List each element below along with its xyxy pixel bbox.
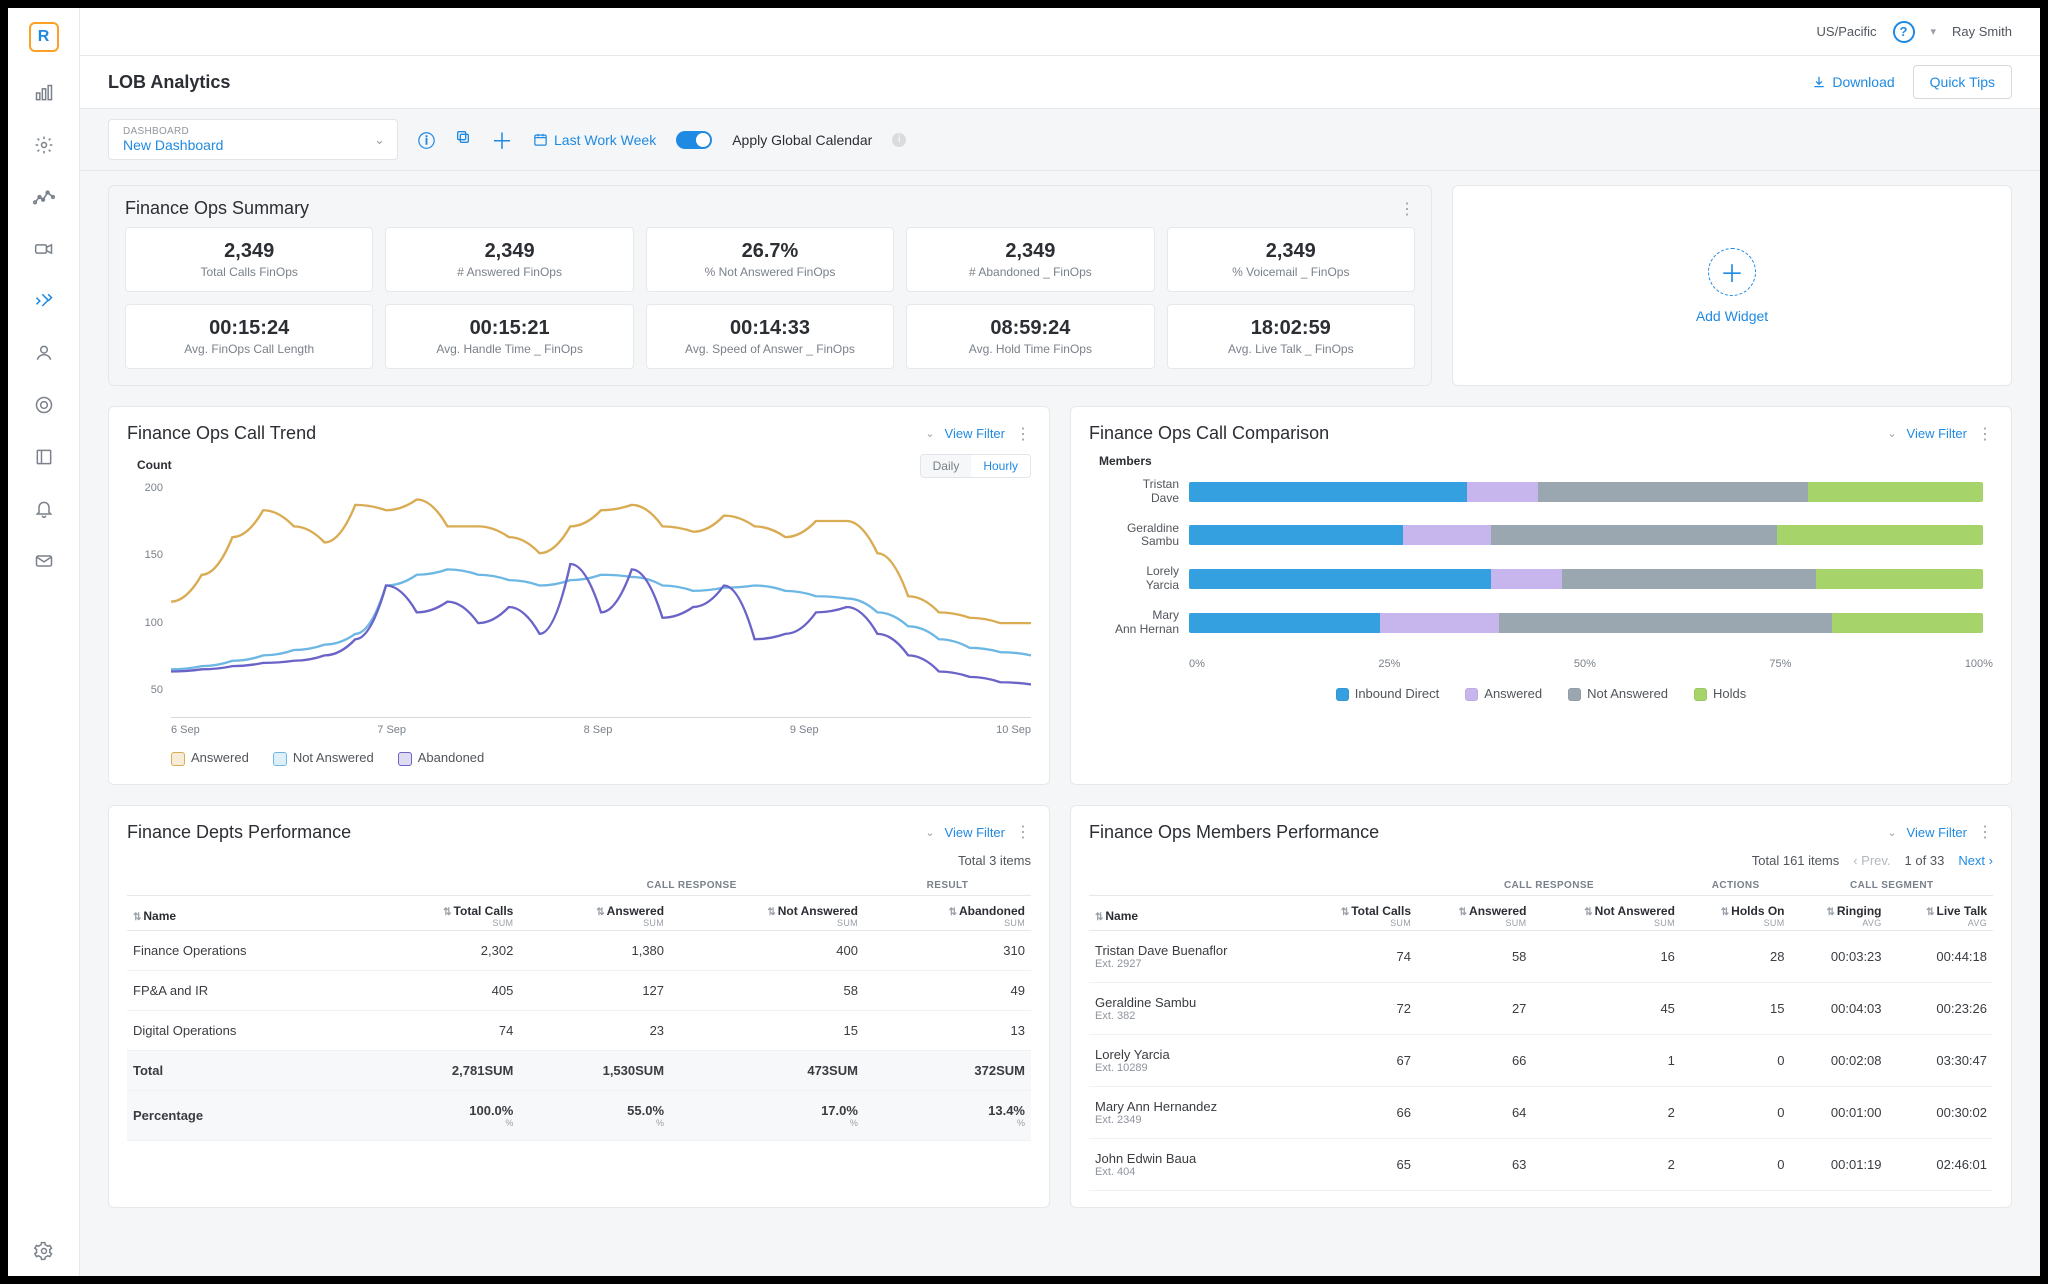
kpi-tile: 2,349# Answered FinOps: [385, 227, 633, 292]
titlebar: LOB Analytics Download Quick Tips: [80, 56, 2040, 108]
depts-card: Finance Depts Performance ⌄ View Filter …: [108, 805, 1050, 1208]
nav-book-icon[interactable]: [33, 446, 55, 468]
date-range-link[interactable]: Last Work Week: [533, 132, 656, 148]
copy-icon[interactable]: [455, 129, 471, 150]
add-widget-card[interactable]: ＋ Add Widget: [1452, 185, 2012, 386]
board: Finance Ops Summary ⋮ 2,349Total Calls F…: [80, 171, 2040, 1276]
kpi-tile: 00:14:33Avg. Speed of Answer _ FinOps: [646, 304, 894, 369]
view-filter-link[interactable]: View Filter: [945, 426, 1005, 441]
hbar-row: MaryAnn Hernan: [1089, 609, 1983, 637]
kpi-tile: 00:15:24Avg. FinOps Call Length: [125, 304, 373, 369]
dashboard-select[interactable]: DASHBOARD New Dashboard ⌄: [108, 119, 398, 160]
compare-ylabel: Members: [1099, 454, 1993, 468]
chevron-down-icon[interactable]: ⌄: [925, 427, 934, 440]
nav-gear-icon[interactable]: [33, 1240, 55, 1262]
info-icon[interactable]: ⓘ: [418, 127, 435, 152]
nav-dashboard-icon[interactable]: [33, 82, 55, 104]
view-filter-link[interactable]: View Filter: [945, 825, 1005, 840]
view-filter-link[interactable]: View Filter: [1907, 825, 1967, 840]
kpi-tile: 2,349# Abandoned _ FinOps: [906, 227, 1154, 292]
summary-card: Finance Ops Summary ⋮ 2,349Total Calls F…: [108, 185, 1432, 386]
info-dot-icon[interactable]: i: [892, 133, 906, 147]
members-card: Finance Ops Members Performance ⌄ View F…: [1070, 805, 2012, 1208]
trend-card: Finance Ops Call Trend ⌄ View Filter ⋮ C…: [108, 406, 1050, 785]
add-icon[interactable]: ＋: [491, 124, 513, 156]
global-calendar-toggle[interactable]: [676, 131, 712, 149]
members-title: Finance Ops Members Performance: [1089, 822, 1379, 843]
help-icon[interactable]: ?: [1893, 21, 1915, 43]
sidebar: R: [8, 8, 80, 1276]
plus-icon: ＋: [1708, 248, 1756, 296]
table-row[interactable]: Lorely YarciaExt. 1028967661000:02:0803:…: [1089, 1034, 1993, 1086]
chevron-down-icon[interactable]: ⌄: [1887, 427, 1896, 440]
nav-settings-icon[interactable]: [33, 134, 55, 156]
view-filter-link[interactable]: View Filter: [1907, 426, 1967, 441]
kpi-tile: 18:02:59Avg. Live Talk _ FinOps: [1167, 304, 1415, 369]
toolbar: DASHBOARD New Dashboard ⌄ ⓘ ＋ Last Work …: [80, 108, 2040, 171]
table-row[interactable]: FP&A and IR4051275849: [127, 970, 1031, 1010]
table-row[interactable]: Digital Operations74231513: [127, 1010, 1031, 1050]
table-total-row: Total2,781SUM1,530SUM473SUM372SUM: [127, 1050, 1031, 1090]
table-row[interactable]: Geraldine SambuExt. 3827227451500:04:030…: [1089, 982, 1993, 1034]
table-row[interactable]: Mary Ann HernandezExt. 234966642000:01:0…: [1089, 1086, 1993, 1138]
members-table: CALL RESPONSEACTIONSCALL SEGMENT ⇅Name ⇅…: [1089, 874, 1993, 1191]
hbar-chart: TristanDave GeraldineSambu LorelyYarcia Mar…: [1089, 474, 1993, 636]
kebab-icon[interactable]: ⋮: [1015, 822, 1031, 842]
trend-ylabel: Count: [137, 458, 172, 472]
quick-tips-button[interactable]: Quick Tips: [1913, 65, 2012, 99]
nav-circle-icon[interactable]: [33, 394, 55, 416]
total-items-label: Total 161 items: [1752, 853, 1839, 868]
timezone-label[interactable]: US/Pacific: [1817, 24, 1877, 39]
kebab-icon[interactable]: ⋮: [1015, 424, 1031, 444]
kpi-tile: 26.7%% Not Answered FinOps: [646, 227, 894, 292]
table-pct-row: Percentage100.0%%55.0%%17.0%%13.4%%: [127, 1090, 1031, 1140]
table-row[interactable]: Tristan Dave BuenaflorExt. 2927745816280…: [1089, 930, 1993, 982]
compare-title: Finance Ops Call Comparison: [1089, 423, 1329, 444]
kebab-icon[interactable]: ⋮: [1977, 424, 1993, 444]
line-chart: 20015010050: [127, 478, 1031, 718]
compare-card: Finance Ops Call Comparison ⌄ View Filte…: [1070, 406, 2012, 785]
main: US/Pacific ? ▾ Ray Smith LOB Analytics D…: [80, 8, 2040, 1276]
pager-prev: ‹ Prev.: [1853, 853, 1890, 868]
kpi-tile: 2,349% Voicemail _ FinOps: [1167, 227, 1415, 292]
chevron-down-icon[interactable]: ▾: [1931, 25, 1937, 38]
nav-mail-icon[interactable]: [33, 550, 55, 572]
nav-tools-icon[interactable]: [33, 290, 55, 312]
nav-analytics-icon[interactable]: [33, 186, 55, 208]
kebab-icon[interactable]: ⋮: [1399, 199, 1415, 219]
toggle-label: Apply Global Calendar: [732, 132, 872, 148]
hbar-row: TristanDave: [1089, 478, 1983, 506]
user-name[interactable]: Ray Smith: [1952, 24, 2012, 39]
hbar-row: GeraldineSambu: [1089, 522, 1983, 550]
kpi-tile: 08:59:24Avg. Hold Time FinOps: [906, 304, 1154, 369]
summary-title: Finance Ops Summary: [125, 198, 309, 219]
kpi-tile: 00:15:21Avg. Handle Time _ FinOps: [385, 304, 633, 369]
chevron-down-icon[interactable]: ⌄: [925, 826, 934, 839]
topbar: US/Pacific ? ▾ Ray Smith: [80, 8, 2040, 56]
depts-title: Finance Depts Performance: [127, 822, 351, 843]
hbar-row: LorelyYarcia: [1089, 565, 1983, 593]
trend-title: Finance Ops Call Trend: [127, 423, 316, 444]
download-button[interactable]: Download: [1812, 74, 1894, 90]
total-items-label: Total 3 items: [958, 853, 1031, 868]
nav-bell-icon[interactable]: [33, 498, 55, 520]
brand-logo: R: [29, 22, 59, 52]
chevron-down-icon: ⌄: [374, 132, 385, 148]
nav-user-icon[interactable]: [33, 342, 55, 364]
pager-next[interactable]: Next ›: [1958, 853, 1993, 868]
page-title: LOB Analytics: [108, 72, 230, 93]
kebab-icon[interactable]: ⋮: [1977, 822, 1993, 842]
depts-table: CALL RESPONSERESULT ⇅Name ⇅Total CallsSU…: [127, 874, 1031, 1141]
chevron-down-icon[interactable]: ⌄: [1887, 826, 1896, 839]
daily-hourly-toggle[interactable]: Daily Hourly: [920, 454, 1031, 478]
kpi-tile: 2,349Total Calls FinOps: [125, 227, 373, 292]
table-row[interactable]: John Edwin BauaExt. 40465632000:01:1902:…: [1089, 1138, 1993, 1190]
table-row[interactable]: Finance Operations2,3021,380400310: [127, 930, 1031, 970]
nav-video-icon[interactable]: [33, 238, 55, 260]
pager-status: 1 of 33: [1905, 853, 1945, 868]
